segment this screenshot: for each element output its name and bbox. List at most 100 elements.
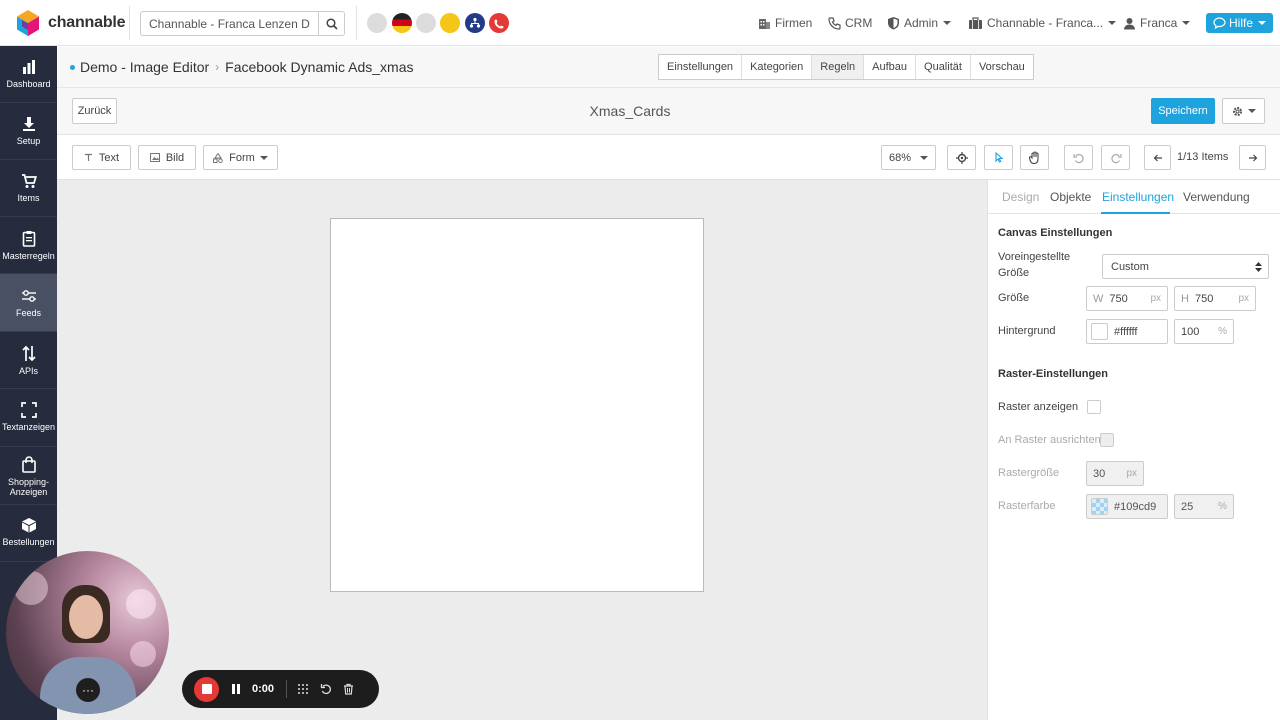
step-navigation: Einstellungen Kategorien Regeln Aufbau Q… xyxy=(658,54,1034,80)
grid-color-swatch[interactable] xyxy=(1091,498,1108,515)
sidebar-item-setup[interactable]: Setup xyxy=(0,103,57,160)
top-bar: channable Firmen CRM Admin Channable - F xyxy=(0,0,1280,46)
snap-to-grid-checkbox[interactable] xyxy=(1100,433,1114,447)
undo-button[interactable] xyxy=(1064,145,1093,170)
pan-tool-button[interactable] xyxy=(1020,145,1049,170)
phone-icon[interactable] xyxy=(489,13,509,33)
grid-size-field[interactable]: 30 px xyxy=(1086,461,1144,486)
sidebar-item-feeds[interactable]: Feeds xyxy=(0,274,57,332)
grid-color-field[interactable]: #109cd9 xyxy=(1086,494,1168,519)
show-grid-checkbox[interactable] xyxy=(1087,400,1101,414)
step-vorschau[interactable]: Vorschau xyxy=(971,55,1033,79)
tab-objekte[interactable]: Objekte xyxy=(1050,190,1091,204)
background-color-field[interactable]: #ffffff xyxy=(1086,319,1168,344)
german-flag-icon[interactable] xyxy=(392,13,412,33)
add-shape-button[interactable]: Form xyxy=(203,145,278,170)
chevron-right-icon: › xyxy=(215,60,220,74)
color-swatch[interactable] xyxy=(1091,323,1108,340)
help-label: Hilfe xyxy=(1228,16,1253,30)
language-flag-placeholder[interactable] xyxy=(416,13,436,33)
help-button[interactable]: Hilfe xyxy=(1206,13,1273,33)
add-shape-label: Form xyxy=(229,151,255,164)
sidebar-label: Textanzeigen xyxy=(1,422,56,432)
sidebar-label: Shopping-Anzeigen xyxy=(7,477,50,497)
add-text-button[interactable]: Text xyxy=(72,145,131,170)
height-field[interactable]: H 750 px xyxy=(1174,286,1256,311)
step-regeln[interactable]: Regeln xyxy=(812,55,865,79)
settings-dropdown-button[interactable] xyxy=(1222,98,1265,124)
sidebar-item-masterregeln[interactable]: Masterregeln xyxy=(0,217,57,274)
search-input[interactable] xyxy=(141,12,319,35)
yellow-status-icon[interactable] xyxy=(440,13,460,33)
sidebar-item-textanzeigen[interactable]: Textanzeigen xyxy=(0,389,57,447)
previous-item-button[interactable] xyxy=(1144,145,1171,170)
user-menu[interactable]: Franca xyxy=(1123,16,1191,30)
grid-color-label: Rasterfarbe xyxy=(998,500,1056,512)
sidebar-label: Feeds xyxy=(15,308,41,318)
center-view-button[interactable] xyxy=(947,145,976,170)
sidebar-item-shopping-anzeigen[interactable]: Shopping-Anzeigen xyxy=(0,447,57,505)
percent-unit: % xyxy=(1218,501,1227,512)
redo-button[interactable] xyxy=(1101,145,1130,170)
chevron-down-icon xyxy=(259,155,268,160)
step-kategorien[interactable]: Kategorien xyxy=(742,55,813,79)
sidebar-label: Masterregeln xyxy=(2,251,55,261)
crm-label: CRM xyxy=(845,16,873,30)
back-button[interactable]: Zurück xyxy=(72,98,117,124)
chevron-down-icon xyxy=(943,21,952,25)
stop-recording-button[interactable] xyxy=(194,676,219,702)
sidebar-item-items[interactable]: Items xyxy=(0,160,57,217)
search-icon xyxy=(326,17,338,30)
pause-icon[interactable] xyxy=(231,683,241,695)
design-canvas[interactable] xyxy=(330,218,704,592)
channable-logo[interactable]: channable xyxy=(14,9,126,37)
more-options-icon[interactable]: ··· xyxy=(76,678,100,702)
step-einstellungen[interactable]: Einstellungen xyxy=(659,55,743,79)
trash-icon[interactable] xyxy=(343,683,354,695)
sidebar-item-bestellungen[interactable]: Bestellungen xyxy=(0,505,57,562)
restart-icon[interactable] xyxy=(320,683,332,695)
zoom-select[interactable]: 68% xyxy=(881,145,936,170)
background-opacity-field[interactable]: 100 % xyxy=(1174,319,1234,344)
select-tool-button[interactable] xyxy=(984,145,1013,170)
canvas-settings-title: Canvas Einstellungen xyxy=(998,227,1113,239)
crm-link[interactable]: CRM xyxy=(828,16,872,30)
step-aufbau[interactable]: Aufbau xyxy=(864,55,917,79)
grid-size-label: Rastergröße xyxy=(998,467,1060,479)
add-image-label: Bild xyxy=(165,151,185,164)
breadcrumb-project[interactable]: Demo - Image Editor xyxy=(80,59,209,75)
search-button[interactable] xyxy=(318,12,344,35)
next-item-button[interactable] xyxy=(1239,145,1266,170)
height-prefix: H xyxy=(1181,292,1189,305)
tab-design[interactable]: Design xyxy=(1002,190,1039,204)
firmen-label: Firmen xyxy=(775,16,813,30)
admin-menu[interactable]: Admin xyxy=(887,16,952,30)
panel-tabs: Design Objekte Einstellungen Verwendung xyxy=(987,180,1280,214)
tab-verwendung[interactable]: Verwendung xyxy=(1183,190,1250,204)
account-menu[interactable]: Channable - Franca... xyxy=(968,16,1117,30)
grid-dots-icon[interactable] xyxy=(297,683,309,695)
sidebar-label: Setup xyxy=(16,136,41,146)
bar-chart-icon xyxy=(22,60,35,74)
save-button[interactable]: Speichern xyxy=(1151,98,1215,124)
tab-einstellungen[interactable]: Einstellungen xyxy=(1102,190,1174,204)
sidebar-item-apis[interactable]: APIs xyxy=(0,332,57,389)
height-value: 750 xyxy=(1194,292,1214,305)
redo-icon xyxy=(1110,153,1122,163)
shopping-bag-icon xyxy=(21,456,36,473)
add-image-button[interactable]: Bild xyxy=(138,145,196,170)
firmen-link[interactable]: Firmen xyxy=(758,16,812,30)
text-icon xyxy=(84,153,92,161)
grid-opacity-field[interactable]: 25 % xyxy=(1174,494,1234,519)
grid-settings-title: Raster-Einstellungen xyxy=(998,368,1109,380)
sidebar-item-dashboard[interactable]: Dashboard xyxy=(0,46,57,103)
breadcrumb-feed[interactable]: Facebook Dynamic Ads_xmas xyxy=(225,59,413,75)
preset-size-select[interactable]: Custom xyxy=(1102,254,1269,279)
box-icon xyxy=(21,518,36,533)
step-qualitaet[interactable]: Qualität xyxy=(916,55,971,79)
hierarchy-icon[interactable] xyxy=(465,13,485,33)
language-flag-placeholder[interactable] xyxy=(367,13,387,33)
items-counter: 1/13 Items xyxy=(1177,151,1229,163)
width-field[interactable]: W 750 px xyxy=(1086,286,1168,311)
status-dot xyxy=(70,64,75,70)
